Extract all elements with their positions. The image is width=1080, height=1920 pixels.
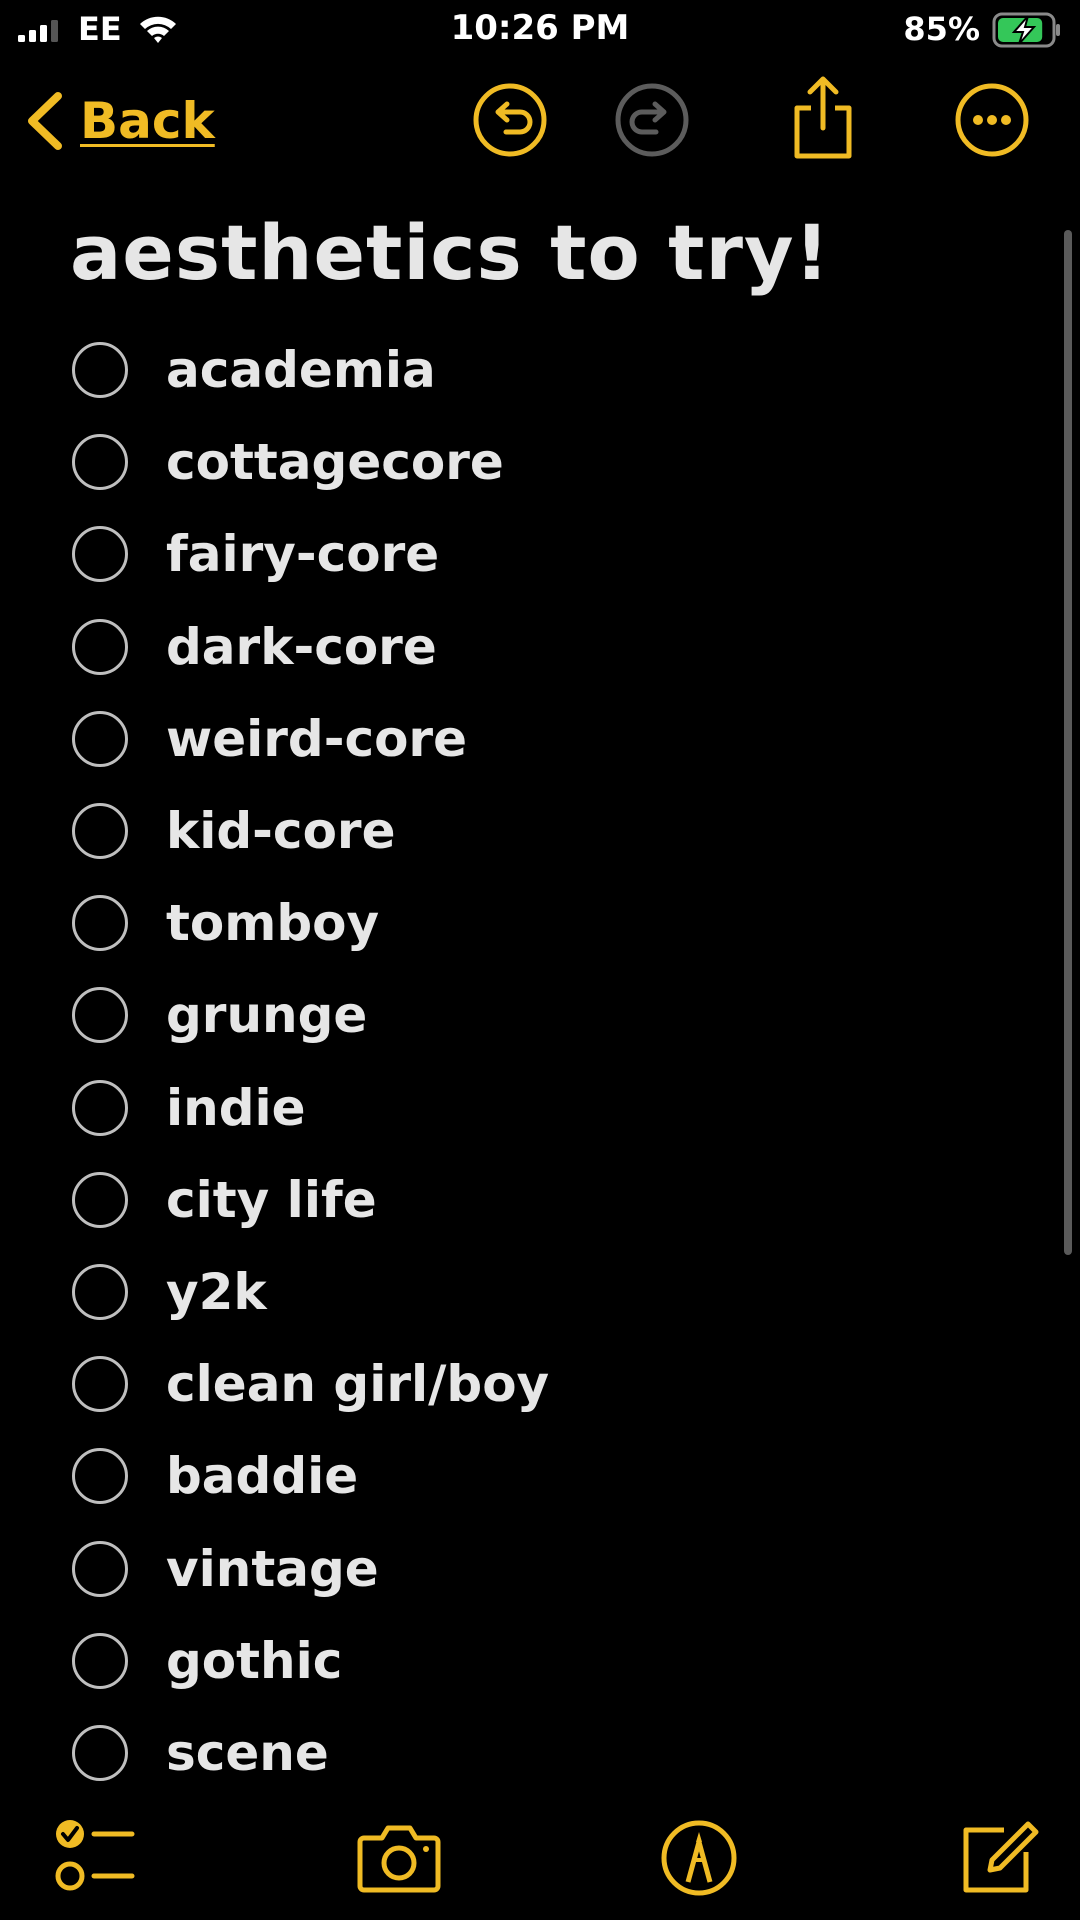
checkbox-circle[interactable] — [72, 895, 128, 952]
checklist-item-label[interactable]: cottagecore — [166, 433, 504, 491]
back-label: Back — [80, 92, 215, 150]
scrollbar[interactable] — [1064, 230, 1072, 1255]
checklist-item: weird-core — [72, 699, 1032, 791]
checklist-item: vintage — [72, 1528, 1032, 1620]
status-bar: EE 10:26 PM 85% — [0, 0, 1080, 60]
markup-pen-icon[interactable] — [656, 1816, 742, 1896]
checkbox-circle[interactable] — [72, 1079, 128, 1136]
checklist-item: y2k — [72, 1252, 1032, 1344]
checkbox-circle[interactable] — [72, 342, 128, 399]
share-icon[interactable] — [785, 74, 861, 160]
checklist-item: city life — [72, 1160, 1032, 1252]
checklist-item-label[interactable]: gothic — [166, 1632, 342, 1690]
checkbox-circle[interactable] — [72, 1356, 128, 1413]
checkbox-circle[interactable] — [72, 434, 128, 491]
redo-icon[interactable] — [614, 82, 690, 158]
checklist: academia cottagecore fairy-core dark-core we… — [72, 330, 1032, 1805]
checkbox-circle[interactable] — [72, 1448, 128, 1505]
checklist-item-label[interactable]: clean girl/boy — [166, 1355, 549, 1413]
navigation-bar: Back — [0, 70, 1080, 170]
checklist-item-label[interactable]: grunge — [166, 986, 367, 1044]
checklist-item: cottagecore — [72, 422, 1032, 514]
back-button[interactable]: Back — [22, 90, 215, 152]
checkbox-circle[interactable] — [72, 526, 128, 583]
checkbox-circle[interactable] — [72, 1632, 128, 1689]
checklist-item: gothic — [72, 1621, 1032, 1713]
checklist-item-label[interactable]: y2k — [166, 1263, 267, 1321]
checklist-item-label[interactable]: indie — [166, 1079, 306, 1137]
checklist-item: tomboy — [72, 883, 1032, 975]
checkbox-circle[interactable] — [72, 710, 128, 767]
battery-percent: 85% — [903, 10, 980, 48]
camera-icon[interactable] — [356, 1816, 442, 1896]
checklist-item-label[interactable]: vintage — [166, 1540, 379, 1598]
battery-charging-icon — [992, 12, 1060, 48]
checklist-item: kid-core — [72, 791, 1032, 883]
undo-icon[interactable] — [472, 82, 548, 158]
checklist-item-label[interactable]: fairy-core — [166, 525, 439, 583]
checkbox-circle[interactable] — [72, 987, 128, 1044]
checklist-item: indie — [72, 1068, 1032, 1160]
checkbox-circle[interactable] — [72, 1171, 128, 1228]
checkbox-circle[interactable] — [72, 1724, 128, 1781]
checkbox-circle[interactable] — [72, 803, 128, 860]
checklist-item: academia — [72, 330, 1032, 422]
checkbox-circle[interactable] — [72, 618, 128, 675]
checklist-item: baddie — [72, 1436, 1032, 1528]
checkbox-circle[interactable] — [72, 1540, 128, 1597]
checklist-item-label[interactable]: scene — [166, 1724, 329, 1782]
bottom-toolbar — [0, 1810, 1080, 1900]
checklist-item: dark-core — [72, 607, 1032, 699]
checklist-item-label[interactable]: academia — [166, 341, 436, 399]
checklist-item-label[interactable]: dark-core — [166, 618, 437, 676]
checklist-item-label[interactable]: kid-core — [166, 802, 396, 860]
checklist-item-label[interactable]: city life — [166, 1171, 377, 1229]
chevron-left-icon — [28, 92, 62, 150]
checklist-item-label[interactable]: baddie — [166, 1447, 358, 1505]
checklist-item: grunge — [72, 975, 1032, 1067]
note-title[interactable]: aesthetics to try! — [70, 208, 830, 298]
checklist-item-label[interactable]: weird-core — [166, 710, 467, 768]
checklist-item: fairy-core — [72, 514, 1032, 606]
compose-icon[interactable] — [956, 1816, 1042, 1896]
checklist-item: clean girl/boy — [72, 1344, 1032, 1436]
checklist-icon[interactable] — [50, 1816, 136, 1896]
checklist-item-label[interactable]: tomboy — [166, 894, 379, 952]
checklist-item: scene — [72, 1713, 1032, 1805]
more-icon[interactable] — [954, 82, 1030, 158]
checkbox-circle[interactable] — [72, 1263, 128, 1320]
